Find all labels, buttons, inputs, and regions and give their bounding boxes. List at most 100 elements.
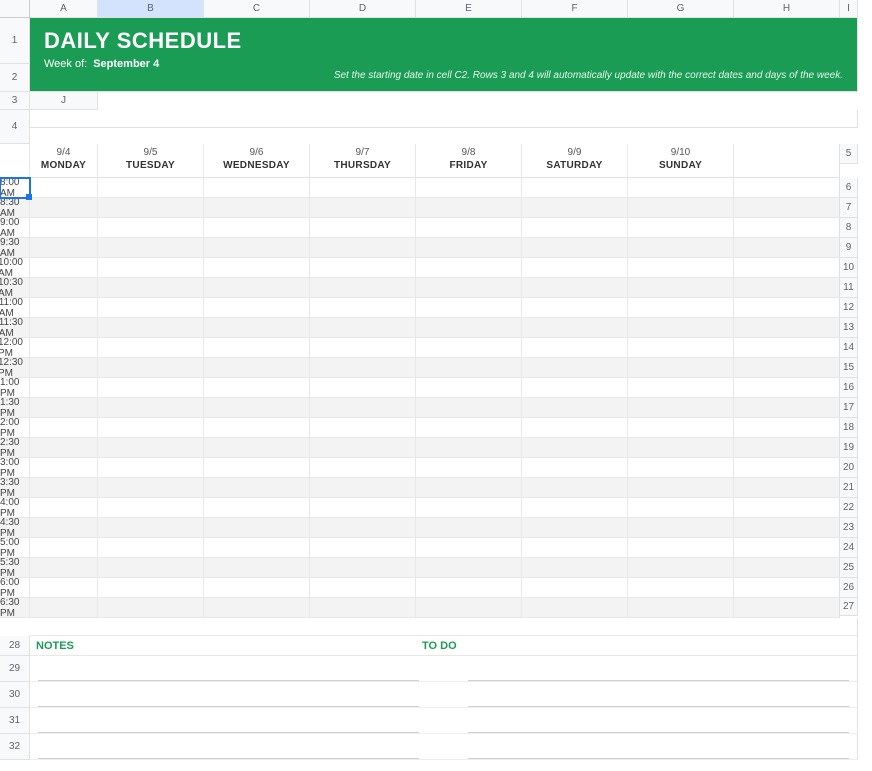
schedule-cell-end[interactable] [734,538,840,558]
schedule-cell[interactable] [522,338,628,358]
schedule-cell[interactable] [30,418,98,438]
schedule-cell[interactable] [628,358,734,378]
schedule-cell[interactable] [204,478,310,498]
row-header-15[interactable]: 15 [840,358,858,378]
time-label[interactable]: 3:30 PM [0,478,30,498]
column-header-H[interactable]: H [734,0,840,18]
schedule-cell-end[interactable] [734,438,840,458]
spacer-row[interactable] [30,110,858,128]
schedule-cell[interactable] [98,598,204,618]
schedule-cell[interactable] [98,318,204,338]
schedule-cell[interactable] [98,458,204,478]
schedule-cell[interactable] [310,338,416,358]
note-line-row[interactable] [30,708,858,734]
schedule-cell[interactable] [416,558,522,578]
schedule-cell[interactable] [204,598,310,618]
time-label[interactable]: 6:00 PM [0,578,30,598]
schedule-cell[interactable] [522,438,628,458]
schedule-cell[interactable] [522,358,628,378]
schedule-cell[interactable] [628,538,734,558]
notes-line[interactable] [38,732,418,733]
schedule-cell[interactable] [522,538,628,558]
row-header-18[interactable]: 18 [840,418,858,438]
row-header-6[interactable]: 6 [840,178,858,198]
schedule-cell-end[interactable] [734,598,840,618]
schedule-cell[interactable] [628,598,734,618]
row-header-28[interactable]: 28 [0,636,30,656]
schedule-cell[interactable] [30,378,98,398]
time-label[interactable]: 3:00 PM [0,458,30,478]
time-label[interactable]: 1:30 PM [0,398,30,418]
time-label[interactable]: 8:30 AM [0,198,30,218]
schedule-cell[interactable] [628,498,734,518]
schedule-cell[interactable] [98,398,204,418]
week-of-value[interactable]: September 4 [93,58,159,70]
schedule-cell[interactable] [522,378,628,398]
schedule-cell[interactable] [416,578,522,598]
select-all-corner[interactable] [0,0,30,18]
schedule-cell[interactable] [98,238,204,258]
time-label[interactable]: 4:30 PM [0,518,30,538]
row-header-23[interactable]: 23 [840,518,858,538]
schedule-cell[interactable] [628,258,734,278]
row-header-8[interactable]: 8 [840,218,858,238]
schedule-cell[interactable] [522,318,628,338]
schedule-cell-end[interactable] [734,218,840,238]
schedule-cell[interactable] [522,558,628,578]
schedule-cell[interactable] [310,258,416,278]
day-header-sunday[interactable]: 9/10SUNDAY [628,144,734,178]
row-header-16[interactable]: 16 [840,378,858,398]
schedule-cell[interactable] [204,238,310,258]
schedule-cell-end[interactable] [734,178,840,198]
schedule-cell-end[interactable] [734,498,840,518]
schedule-cell[interactable] [416,238,522,258]
schedule-cell[interactable] [98,578,204,598]
row-header-31[interactable]: 31 [0,708,30,734]
schedule-cell[interactable] [30,598,98,618]
schedule-cell[interactable] [204,198,310,218]
schedule-cell[interactable] [30,558,98,578]
schedule-cell[interactable] [204,298,310,318]
time-label[interactable]: 11:30 AM [0,318,30,338]
schedule-cell[interactable] [628,558,734,578]
row-header-12[interactable]: 12 [840,298,858,318]
day-header-end[interactable] [734,144,840,178]
schedule-cell[interactable] [522,298,628,318]
schedule-cell-end[interactable] [734,558,840,578]
schedule-cell[interactable] [204,458,310,478]
time-label[interactable]: 9:00 AM [0,218,30,238]
time-label[interactable]: 10:30 AM [0,278,30,298]
schedule-cell[interactable] [98,378,204,398]
schedule-cell[interactable] [204,258,310,278]
time-label[interactable]: 5:00 PM [0,538,30,558]
schedule-cell[interactable] [310,578,416,598]
time-label[interactable]: 12:30 PM [0,358,30,378]
schedule-cell[interactable] [522,598,628,618]
schedule-cell[interactable] [98,298,204,318]
column-header-E[interactable]: E [416,0,522,18]
schedule-cell[interactable] [522,418,628,438]
schedule-cell[interactable] [30,178,98,198]
notes-line[interactable] [38,680,418,681]
schedule-cell[interactable] [416,218,522,238]
day-header-saturday[interactable]: 9/9SATURDAY [522,144,628,178]
row-header-13[interactable]: 13 [840,318,858,338]
time-label[interactable]: 2:30 PM [0,438,30,458]
schedule-cell-end[interactable] [734,518,840,538]
schedule-cell[interactable] [98,178,204,198]
row-header-10[interactable]: 10 [840,258,858,278]
schedule-cell[interactable] [30,398,98,418]
schedule-cell[interactable] [98,278,204,298]
column-header-I[interactable]: I [840,0,858,18]
time-label[interactable]: 2:00 PM [0,418,30,438]
schedule-cell[interactable] [522,578,628,598]
schedule-cell[interactable] [522,478,628,498]
note-line-row[interactable] [30,656,858,682]
schedule-cell[interactable] [310,558,416,578]
schedule-cell[interactable] [416,438,522,458]
row-header-9[interactable]: 9 [840,238,858,258]
day-header-wednesday[interactable]: 9/6WEDNESDAY [204,144,310,178]
schedule-cell[interactable] [30,198,98,218]
row-header-2[interactable]: 2 [0,64,30,92]
schedule-cell[interactable] [628,478,734,498]
